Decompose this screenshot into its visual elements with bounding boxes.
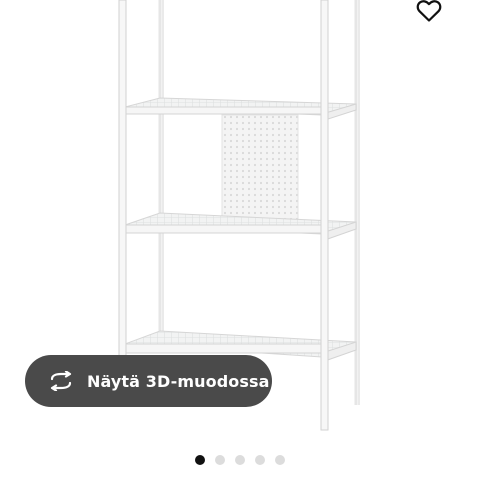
carousel-dot[interactable]	[215, 455, 225, 465]
heart-icon	[416, 0, 442, 22]
carousel-dot[interactable]	[195, 455, 205, 465]
carousel-dot[interactable]	[275, 455, 285, 465]
carousel-dot[interactable]	[235, 455, 245, 465]
view-in-3d-label: Näytä 3D-muodossa	[87, 371, 270, 391]
view-in-3d-button[interactable]: Näytä 3D-muodossa	[25, 355, 272, 407]
back-mesh-panel	[221, 114, 299, 224]
rotate-3d-icon	[47, 370, 77, 392]
favorite-button[interactable]	[412, 0, 446, 26]
image-carousel-dots	[0, 455, 480, 467]
carousel-dot[interactable]	[255, 455, 265, 465]
